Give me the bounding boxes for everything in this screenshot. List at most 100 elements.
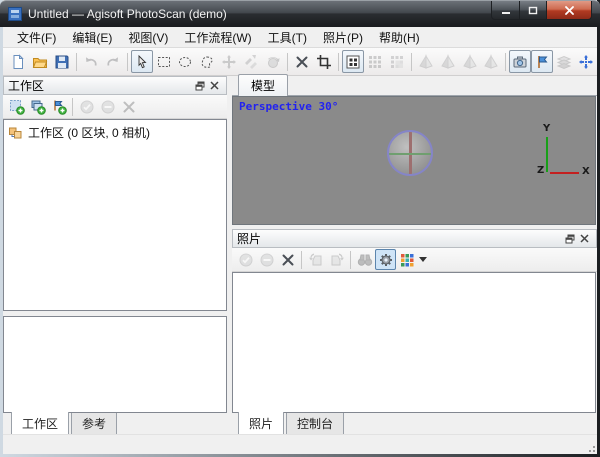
thumbnails-icon — [399, 252, 415, 268]
close-photos-button[interactable] — [577, 232, 592, 246]
open-folder-icon — [32, 54, 48, 70]
tab-reference[interactable]: 参考 — [71, 413, 117, 436]
menu-view[interactable]: 视图(V) — [120, 27, 176, 48]
photo-settings-button[interactable] — [375, 249, 396, 270]
minimize-icon — [501, 6, 511, 15]
remove-photo-button[interactable] — [277, 249, 298, 270]
resize-grip[interactable] — [585, 442, 595, 452]
circle-selection-button[interactable] — [174, 50, 196, 73]
workspace-dock: 工作区 — [3, 76, 227, 434]
photos-title: 照片 — [237, 230, 562, 247]
grid-3x3-icon — [367, 54, 383, 70]
remove-item-button — [118, 96, 139, 117]
float-icon — [195, 81, 205, 91]
disable-photo-button — [256, 249, 277, 270]
maximize-button[interactable] — [520, 1, 547, 20]
disable-item-button — [97, 96, 118, 117]
thumbnail-size-button[interactable] — [396, 249, 417, 270]
textured-view-button — [481, 50, 503, 73]
toolbar-separator — [127, 53, 128, 71]
workspace-tree[interactable]: 工作区 (0 区块, 0 相机) — [3, 119, 227, 311]
close-icon — [564, 6, 575, 15]
menu-file[interactable]: 文件(F) — [9, 27, 64, 48]
left-dock-tabs: 工作区 参考 — [3, 413, 227, 434]
pyramid-shaded-icon — [462, 54, 478, 70]
view-pairs-button[interactable] — [342, 50, 364, 73]
disable-minus-icon — [100, 99, 116, 115]
gear-icon — [378, 252, 394, 268]
rectangle-selection-button[interactable] — [153, 50, 175, 73]
trackball-sphere[interactable] — [387, 130, 433, 176]
close-panel-button[interactable] — [207, 79, 222, 93]
toolbar-separator — [338, 53, 339, 71]
close-button[interactable] — [547, 1, 592, 20]
rotate-view-icon — [243, 54, 259, 70]
pyramid-textured-icon — [483, 54, 499, 70]
photos-header: 照片 — [232, 229, 597, 248]
pyramid-wireframe-icon — [440, 54, 456, 70]
toolbar-separator — [350, 251, 351, 269]
save-icon — [54, 54, 70, 70]
pyramid-points-icon — [418, 54, 434, 70]
perspective-label: Perspective 30° — [239, 100, 338, 113]
new-document-icon — [10, 54, 26, 70]
wireframe-view-button — [437, 50, 459, 73]
menu-help[interactable]: 帮助(H) — [371, 27, 428, 48]
navigation-tool-button — [218, 50, 240, 73]
select-tool-button[interactable] — [131, 50, 153, 73]
crop-button[interactable] — [313, 50, 335, 73]
tab-console[interactable]: 控制台 — [286, 413, 344, 436]
titlebar: Untitled — Agisoft PhotoScan (demo) — [0, 0, 600, 27]
add-chunk-button[interactable] — [6, 96, 27, 117]
minimize-button[interactable] — [491, 1, 520, 20]
toolbar-separator — [287, 53, 288, 71]
status-bar — [3, 434, 597, 454]
freeform-selection-button[interactable] — [196, 50, 218, 73]
tab-workspace[interactable]: 工作区 — [11, 412, 69, 436]
redo-button — [102, 50, 124, 73]
float-panel-button[interactable] — [192, 79, 207, 93]
rotate-right-icon — [329, 252, 345, 268]
photos-list-area[interactable] — [232, 272, 596, 413]
show-markers-button[interactable] — [531, 50, 553, 73]
save-project-button[interactable] — [51, 50, 73, 73]
model-tabrow: 模型 — [232, 76, 597, 96]
layers-icon — [556, 54, 572, 70]
tab-model[interactable]: 模型 — [238, 74, 288, 96]
tab-photos[interactable]: 照片 — [238, 412, 284, 436]
binoculars-icon — [357, 252, 373, 268]
photoscan-window: Untitled — Agisoft PhotoScan (demo) 文件(F… — [0, 0, 600, 457]
workspace-root-item[interactable]: 工作区 (0 区块, 0 相机) — [6, 123, 224, 142]
navigation-icon — [221, 54, 237, 70]
view-photo-button — [354, 249, 375, 270]
workspace-root-label: 工作区 (0 区块, 0 相机) — [28, 124, 150, 141]
open-project-button[interactable] — [29, 50, 51, 73]
grid-2x2-icon — [345, 54, 361, 70]
enable-check-icon — [238, 252, 254, 268]
show-cameras-button[interactable] — [509, 50, 531, 73]
menu-workflow[interactable]: 工作流程(W) — [176, 27, 259, 48]
close-panel-icon — [210, 81, 219, 90]
toolbar-separator — [72, 98, 73, 116]
float-photos-button[interactable] — [562, 232, 577, 246]
x-axis-label: X — [582, 166, 590, 177]
menu-edit[interactable]: 编辑(E) — [64, 27, 120, 48]
workspace-detail-pane — [3, 316, 227, 413]
undo-icon — [83, 54, 99, 70]
toolbar-separator — [505, 53, 506, 71]
rotate-object-icon — [265, 54, 281, 70]
thumbnail-dropdown-button[interactable] — [417, 249, 429, 270]
model-viewport[interactable]: Perspective 30° Y X Z — [232, 96, 596, 225]
workspace-header: 工作区 — [3, 76, 227, 95]
add-photos-button[interactable] — [27, 96, 48, 117]
add-marker-button[interactable] — [48, 96, 69, 117]
circle-selection-icon — [177, 54, 193, 70]
z-axis-label: Z — [537, 165, 544, 176]
delete-button[interactable] — [291, 50, 313, 73]
new-project-button[interactable] — [7, 50, 29, 73]
menu-tools[interactable]: 工具(T) — [260, 27, 315, 48]
toolbar-separator — [76, 53, 77, 71]
workspace-toolbar — [3, 95, 227, 119]
menu-photo[interactable]: 照片(P) — [315, 27, 371, 48]
navigation-mode-button[interactable] — [575, 50, 597, 73]
